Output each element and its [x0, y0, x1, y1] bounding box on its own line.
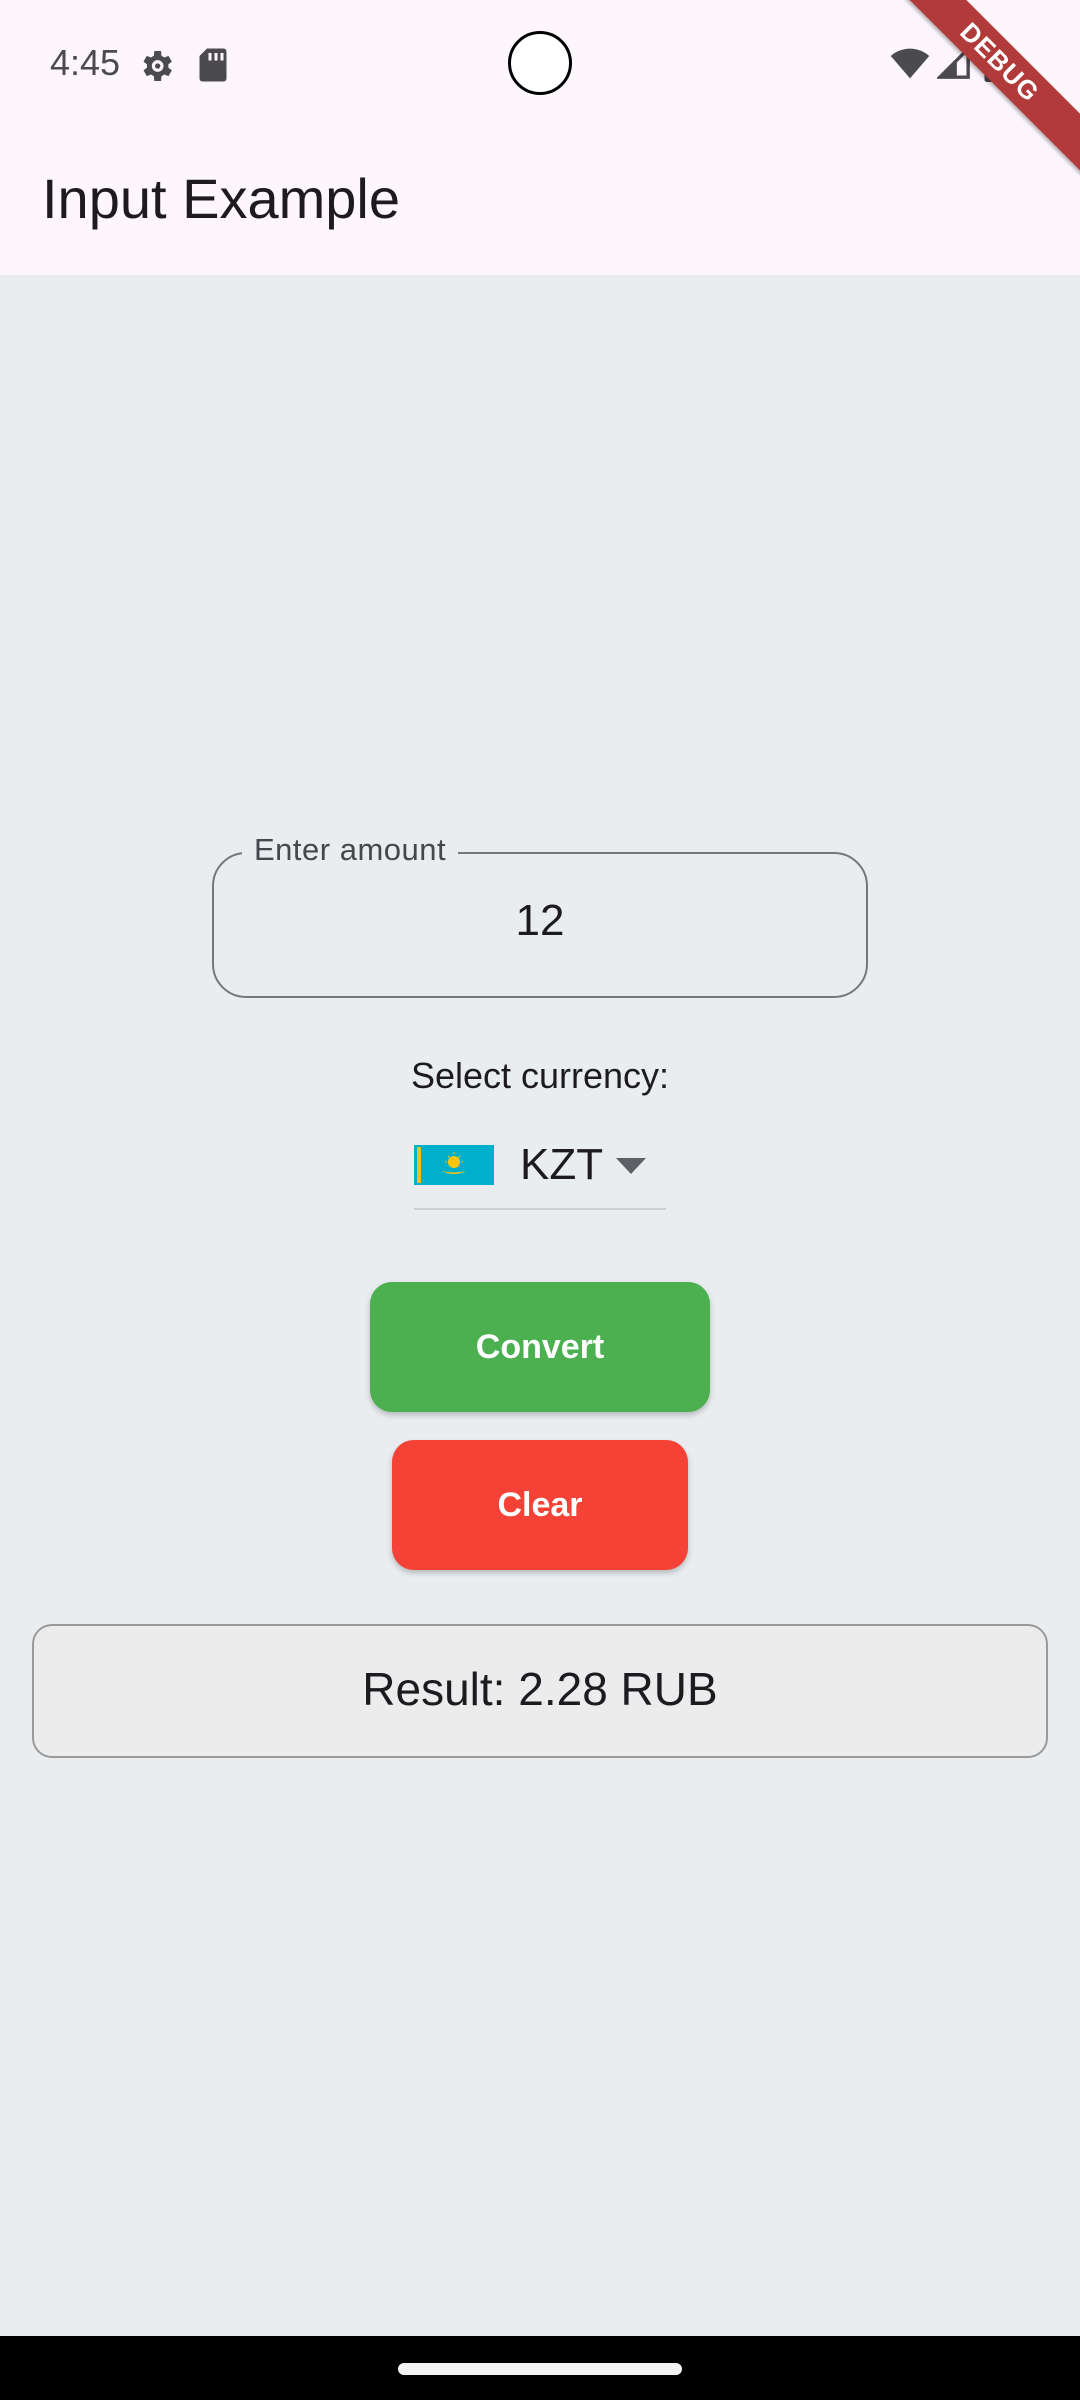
currency-caption: Select currency: — [410, 1055, 670, 1096]
gear-icon — [143, 51, 172, 81]
kazakhstan-flag-icon — [414, 1145, 494, 1185]
currency-selected-value: KZT — [520, 1140, 604, 1189]
currency-dropdown[interactable]: KZT — [414, 1128, 666, 1210]
chevron-down-icon — [616, 1158, 646, 1174]
wifi-icon — [890, 48, 930, 79]
page-title: Input Example — [42, 167, 400, 230]
convert-button[interactable]: Convert — [370, 1282, 710, 1412]
clear-button[interactable]: Clear — [392, 1440, 688, 1570]
result-text: Result: 2.28 RUB — [362, 1663, 718, 1715]
status-time: 4:45 — [50, 42, 121, 83]
home-indicator[interactable] — [398, 2363, 682, 2375]
camera-cutout — [508, 31, 572, 95]
amount-input-value[interactable]: 12 — [212, 896, 868, 946]
amount-input-label: Enter amount — [242, 832, 459, 868]
sd-card-icon — [199, 48, 227, 82]
